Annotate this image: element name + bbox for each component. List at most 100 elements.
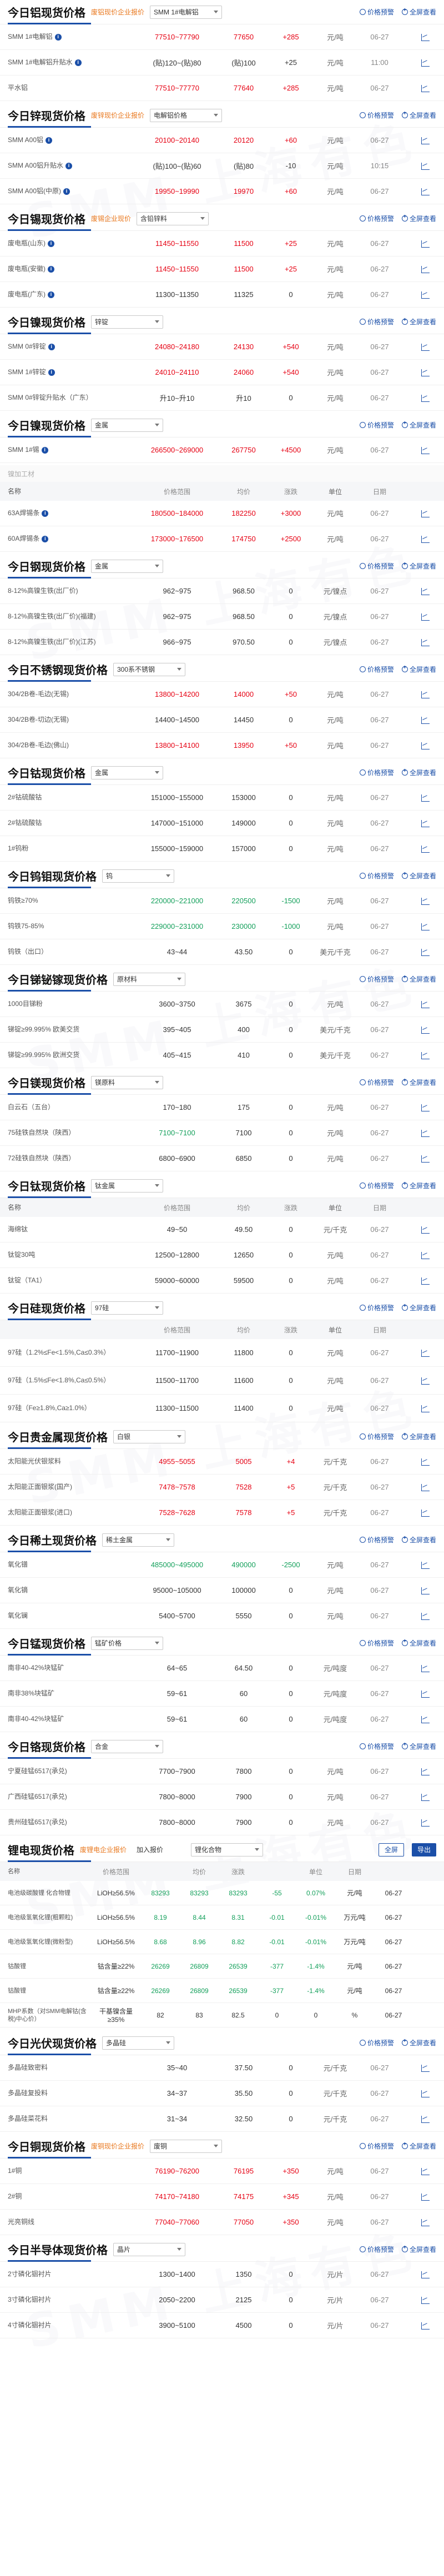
product-select[interactable]: 白银 [113,1430,185,1443]
chart-button[interactable] [402,1612,430,1620]
info-icon[interactable]: i [42,535,49,542]
product-name[interactable]: 钛锭（TA1） [8,1276,135,1285]
product-select[interactable]: 锌锭 [91,315,163,329]
product-name[interactable]: 氧化镨 [8,1561,135,1569]
product-name[interactable]: 4寸磷化铟衬片 [8,2321,135,2330]
chart-button[interactable] [402,265,430,273]
chart-button[interactable] [402,716,430,724]
price-alert-button[interactable]: 价格预警 [359,7,394,17]
product-select[interactable]: 镁原料 [91,1075,163,1089]
fullscreen-button[interactable]: 全屏查看 [401,110,436,120]
product-name[interactable]: 2#铜 [8,2192,135,2201]
chart-button[interactable] [402,2167,430,2175]
product-name[interactable]: SMM 1#锡 i [8,446,135,454]
product-name[interactable]: 1000目锑粉 [8,1000,135,1008]
info-icon[interactable]: i [74,59,82,66]
chart-button[interactable] [402,2296,430,2304]
product-name[interactable]: 304/2B卷-毛边(无锡) [8,690,135,698]
export-button[interactable]: 导出 [411,1843,436,1856]
chart-button[interactable] [402,1051,430,1059]
enterprise-quote-link[interactable]: 废锡企业现价 [91,214,131,223]
info-icon[interactable]: i [63,188,70,195]
chart-button[interactable] [402,2064,430,2072]
chart-button[interactable] [402,1768,430,1775]
fullscreen-button[interactable]: 全屏查看 [401,7,436,17]
product-name[interactable]: SMM A00铝(中原) i [8,187,135,195]
product-name[interactable]: SMM A00铝升贴水 i [8,162,135,170]
product-name[interactable]: 南非40-42%块锰矿 [8,1664,135,1672]
chart-button[interactable] [402,291,430,299]
product-name[interactable]: 白云石（五台） [8,1103,135,1111]
product-name[interactable]: 3寸磷化铟衬片 [8,2296,135,2304]
info-icon[interactable]: i [48,265,54,273]
product-name[interactable]: 广西硅锰6517(承兑) [8,1793,135,1801]
product-name[interactable]: 8-12%高镍生铁(出厂价)(福建) [8,612,135,621]
fullscreen-button[interactable]: 全屏查看 [401,665,436,674]
chart-button[interactable] [402,1155,430,1163]
fullscreen-button[interactable]: 全屏查看 [401,1638,436,1648]
fullscreen-button[interactable]: 全屏查看 [401,1432,436,1441]
chart-button[interactable] [402,446,430,454]
product-name[interactable]: 2#钴硫酸钴 [8,819,135,827]
product-name[interactable]: 钨铁（出口） [8,948,135,956]
product-name[interactable]: 光亮铜线 [8,2218,135,2226]
product-name[interactable]: SMM 1#电解铝 i [8,33,135,41]
chart-button[interactable] [402,1000,430,1008]
product-name[interactable]: 南非38%块锰矿 [8,1689,135,1698]
chart-button[interactable] [402,1715,430,1723]
chart-button[interactable] [402,1104,430,1111]
info-icon[interactable]: i [65,162,73,169]
chart-button[interactable] [402,613,430,621]
chart-button[interactable] [402,2322,430,2330]
product-name[interactable]: 多晶硅复投料 [8,2089,135,2097]
chart-button[interactable] [402,1458,430,1466]
product-name[interactable]: 电池级碳酸锂 化合物锂 [8,1889,91,1897]
product-name[interactable]: 8-12%高镍生铁(出厂价)(江苏) [8,638,135,646]
info-icon[interactable]: i [48,343,55,350]
product-name[interactable]: 304/2B卷-毛边(佛山) [8,741,135,749]
chart-button[interactable] [402,59,430,67]
product-name[interactable]: SMM 1#锌锭 i [8,368,135,376]
product-name[interactable]: 贵州硅锰6517(承兑) [8,1818,135,1827]
product-select[interactable]: 钛金属 [91,1179,163,1193]
chart-button[interactable] [402,2218,430,2226]
price-alert-button[interactable]: 价格预警 [359,110,394,120]
product-select[interactable]: 废铜 [150,2139,223,2153]
fullscreen-button[interactable]: 全屏查看 [401,214,436,223]
enterprise-quote-link[interactable]: 废铝现价企业报价 [91,7,144,17]
product-select[interactable]: 合金 [91,1739,163,1753]
fullscreen-button[interactable]: 全屏查看 [401,1303,436,1312]
product-name[interactable]: 63A焊锡条 i [8,509,135,517]
chart-button[interactable] [402,819,430,827]
product-name[interactable]: 1#铜 [8,2167,135,2175]
product-select[interactable]: 金属 [91,766,163,779]
chart-button[interactable] [402,1026,430,1034]
chart-button[interactable] [402,1509,430,1517]
price-alert-button[interactable]: 价格预警 [359,1303,394,1312]
chart-button[interactable] [402,33,430,41]
chart-button[interactable] [402,1483,430,1491]
chart-button[interactable] [402,1377,430,1385]
chart-button[interactable] [402,1690,430,1698]
price-alert-button[interactable]: 价格预警 [359,561,394,571]
product-name[interactable]: 锑锭≥99.995% 欧美交货 [8,1025,135,1034]
product-name[interactable]: 太阳能正面银浆(国产) [8,1483,135,1491]
fullscreen-button[interactable]: 全屏查看 [401,871,436,881]
chart-button[interactable] [402,1251,430,1259]
chart-button[interactable] [402,2115,430,2123]
chart-button[interactable] [402,587,430,595]
product-select[interactable]: 含铅锌料 [137,212,209,225]
enterprise-quote-link[interactable]: 废铜现价企业报价 [91,2141,144,2151]
lithium-tab[interactable]: 加入报价 [137,1845,163,1854]
chart-button[interactable] [402,897,430,905]
product-name[interactable]: 97硅（Fe≥1.8%,Ca≥1.0%） [8,1404,135,1412]
chart-button[interactable] [402,845,430,853]
fullscreen-button[interactable]: 全屏查看 [401,1181,436,1190]
chart-button[interactable] [402,691,430,698]
fullscreen-button[interactable]: 全屏查看 [401,561,436,571]
chart-button[interactable] [402,162,430,170]
info-icon[interactable]: i [48,369,55,376]
product-name[interactable]: 锑锭≥99.995% 欧洲交货 [8,1051,135,1059]
fullscreen-button[interactable]: 全屏查看 [401,974,436,984]
chart-button[interactable] [402,188,430,195]
